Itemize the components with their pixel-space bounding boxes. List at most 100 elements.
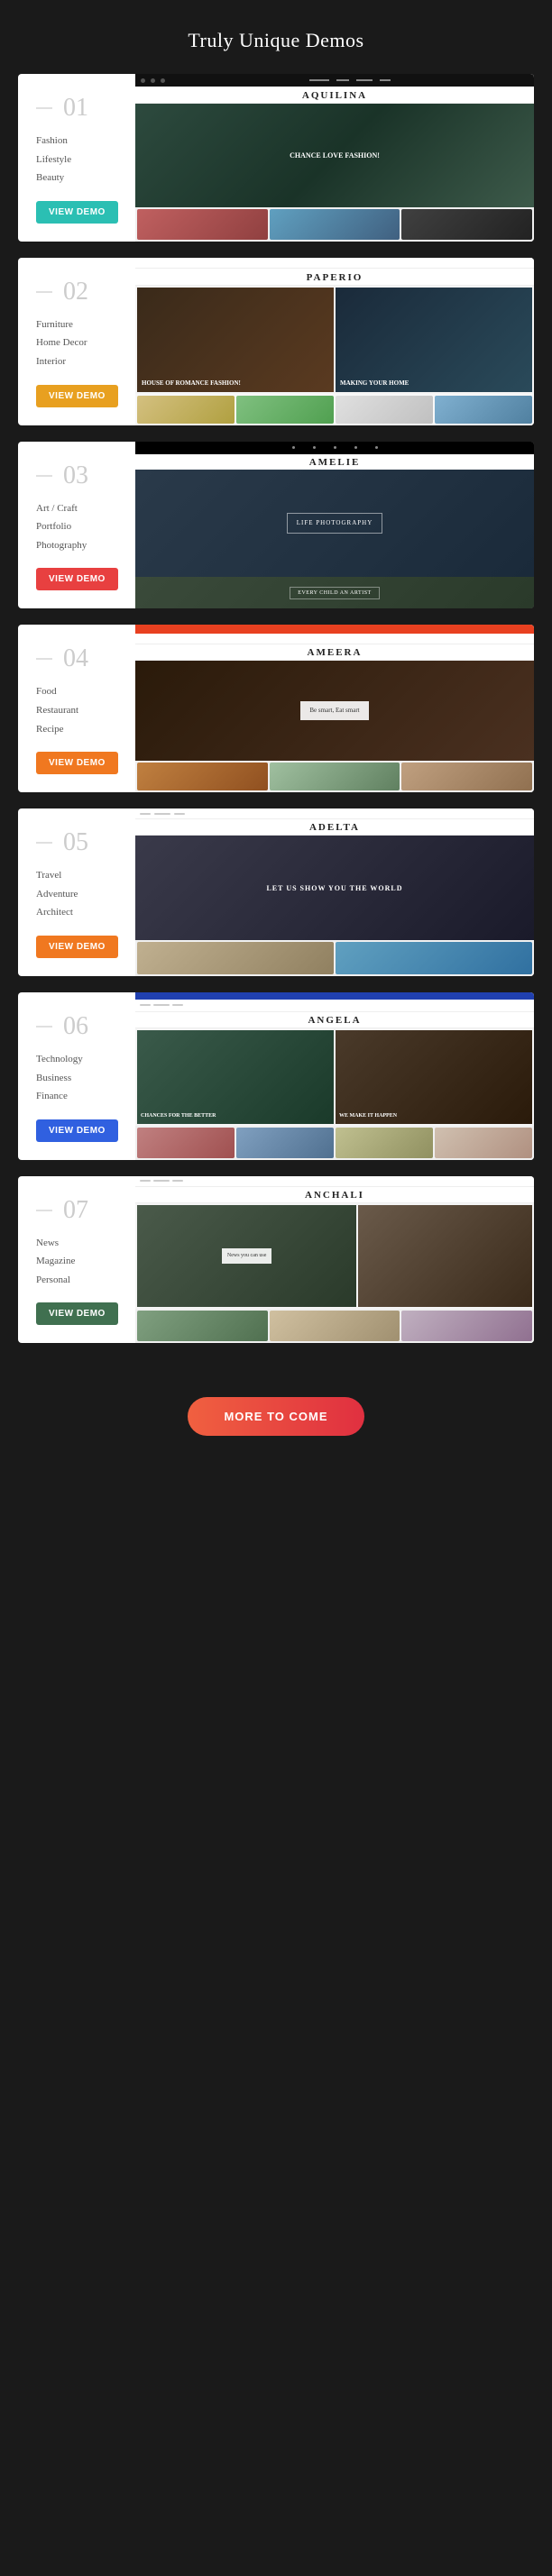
tag-fashion: Fashion <box>36 133 121 150</box>
more-btn-container: MORE TO COME <box>0 1379 552 1468</box>
tag-personal: Personal <box>36 1273 121 1289</box>
demo-number-03: 03 <box>36 461 121 490</box>
thumb-an2 <box>236 1128 334 1158</box>
ameera-card-text: Be smart, Eat smart <box>309 706 359 716</box>
angela-hero: CHANCES FOR THE BETTER WE MAKE IT HAPPEN <box>135 1028 534 1126</box>
paperio-nav <box>135 258 534 269</box>
more-to-come-button[interactable]: MORE TO COME <box>188 1397 363 1436</box>
adelta-hero-text: LET US SHOW YOU THE WORLD <box>266 884 402 892</box>
demo-left-amelie: 03 Art / Craft Portfolio Photography VIE… <box>18 442 135 609</box>
demo-number-01: 01 <box>36 94 121 123</box>
demo-number-06: 06 <box>36 1012 121 1041</box>
anchali-nav <box>135 1176 534 1187</box>
paperio-title: PAPERIO <box>135 269 534 286</box>
tag-food: Food <box>36 684 121 700</box>
ameera-nav <box>135 634 534 644</box>
demo-tags-01: Fashion Lifestyle Beauty <box>36 133 121 187</box>
view-demo-anchali[interactable]: VIEW DEMO <box>36 1302 118 1325</box>
aquilina-hero-text: CHANCE LOVE FASHION! <box>290 151 380 160</box>
view-demo-paperio[interactable]: VIEW DEMO <box>36 385 118 407</box>
paperio-thumbs <box>135 394 534 425</box>
aquilina-thumbs <box>135 207 534 242</box>
demo-left-paperio: 02 Furniture Home Decor Interior VIEW DE… <box>18 258 135 425</box>
demos-container: 01 Fashion Lifestyle Beauty VIEW DEMO <box>0 74 552 1379</box>
angela-panel1-text: CHANCES FOR THE BETTER <box>141 1112 216 1119</box>
aquilina-title: AQUILINA <box>135 87 534 104</box>
demo-preview-ameera: AMEERA Be smart, Eat smart <box>135 625 534 792</box>
tag-furniture: Furniture <box>36 317 121 333</box>
demo-card-amelie: 03 Art / Craft Portfolio Photography VIE… <box>18 442 534 609</box>
angela-title: ANGELA <box>135 1012 534 1028</box>
adelta-title: ADELTA <box>135 819 534 836</box>
aquilina-hero: CHANCE LOVE FASHION! <box>135 104 534 207</box>
ameera-top-bar <box>135 625 534 634</box>
thumb-an4 <box>435 1128 532 1158</box>
thumb-1 <box>137 209 268 240</box>
thumb-an3 <box>336 1128 433 1158</box>
demo-tags-05: Travel Adventure Architect <box>36 868 121 921</box>
thumb-b <box>435 396 532 424</box>
thumb-a2 <box>336 942 532 974</box>
demo-tags-06: Technology Business Finance <box>36 1052 121 1105</box>
paperio-hero: HOUSE OF ROMANCE FASHION! MAKING YOUR HO… <box>135 286 534 394</box>
anchali-hero: News you can use <box>135 1203 534 1310</box>
tag-interior: Interior <box>36 354 121 370</box>
amelie-hero: LIFE PHOTOGRAPHY <box>135 470 534 578</box>
tag-recipe: Recipe <box>36 722 121 738</box>
tag-homedecor: Home Decor <box>36 335 121 352</box>
angela-nav <box>135 1000 534 1012</box>
demo-preview-paperio: PAPERIO HOUSE OF ROMANCE FASHION! MAKING… <box>135 258 534 425</box>
demo-left-angela: 06 Technology Business Finance VIEW DEMO <box>18 992 135 1160</box>
demo-tags-04: Food Restaurant Recipe <box>36 684 121 737</box>
amelie-hero2: EVERY CHILD AN ARTIST <box>135 577 534 608</box>
demo-preview-angela: ANGELA CHANCES FOR THE BETTER WE MAKE IT… <box>135 992 534 1160</box>
thumb-a1 <box>137 942 334 974</box>
tag-photography: Photography <box>36 538 121 554</box>
demo-tags-07: News Magazine Personal <box>36 1236 121 1289</box>
thumb-nc2 <box>270 1311 400 1341</box>
tag-magazine: Magazine <box>36 1254 121 1270</box>
demo-preview-anchali: ANCHALI News you can use <box>135 1176 534 1344</box>
thumb-3 <box>401 209 532 240</box>
thumb-g <box>236 396 334 424</box>
demo-number-02: 02 <box>36 278 121 306</box>
tag-finance: Finance <box>36 1089 121 1105</box>
demo-number-04: 04 <box>36 644 121 673</box>
tag-news: News <box>36 1236 121 1252</box>
thumb-2 <box>270 209 400 240</box>
demo-tags-02: Furniture Home Decor Interior <box>36 317 121 370</box>
thumb-nc3 <box>401 1311 532 1341</box>
angela-panel2-text: WE MAKE IT HAPPEN <box>339 1112 397 1119</box>
paperio-panel2-text: MAKING YOUR HOME <box>340 379 409 388</box>
view-demo-ameera[interactable]: VIEW DEMO <box>36 752 118 774</box>
anchali-thumbs <box>135 1309 534 1343</box>
view-demo-angela[interactable]: VIEW DEMO <box>36 1119 118 1142</box>
aquilina-nav <box>135 74 534 87</box>
tag-portfolio: Portfolio <box>36 519 121 535</box>
tag-lifestyle: Lifestyle <box>36 152 121 169</box>
adelta-hero: LET US SHOW YOU THE WORLD <box>135 836 534 940</box>
tag-technology: Technology <box>36 1052 121 1068</box>
ameera-title: AMEERA <box>135 644 534 661</box>
thumb-nc1 <box>137 1311 268 1341</box>
amelie-title: AMELIE <box>135 454 534 470</box>
amelie-hero2-text: EVERY CHILD AN ARTIST <box>298 590 371 596</box>
view-demo-amelie[interactable]: VIEW DEMO <box>36 568 118 590</box>
thumb-d2 <box>270 763 400 790</box>
adelta-thumbs <box>135 940 534 976</box>
tag-architect: Architect <box>36 905 121 921</box>
demo-preview-adelta: ADELTA LET US SHOW YOU THE WORLD <box>135 808 534 976</box>
view-demo-aquilina[interactable]: VIEW DEMO <box>36 201 118 224</box>
tag-beauty: Beauty <box>36 170 121 187</box>
demo-card-aquilina: 01 Fashion Lifestyle Beauty VIEW DEMO <box>18 74 534 242</box>
paperio-panel1-text: HOUSE OF ROMANCE FASHION! <box>142 379 241 388</box>
demo-left-anchali: 07 News Magazine Personal VIEW DEMO <box>18 1176 135 1344</box>
amelie-hero-text: LIFE PHOTOGRAPHY <box>297 518 373 528</box>
demo-preview-aquilina: AQUILINA CHANCE LOVE FASHION! <box>135 74 534 242</box>
view-demo-adelta[interactable]: VIEW DEMO <box>36 936 118 958</box>
tag-artcraft: Art / Craft <box>36 501 121 517</box>
anchali-panel2 <box>358 1205 532 1308</box>
demo-card-angela: 06 Technology Business Finance VIEW DEMO… <box>18 992 534 1160</box>
demo-left-aquilina: 01 Fashion Lifestyle Beauty VIEW DEMO <box>18 74 135 242</box>
demo-card-anchali: 07 News Magazine Personal VIEW DEMO ANCH… <box>18 1176 534 1344</box>
